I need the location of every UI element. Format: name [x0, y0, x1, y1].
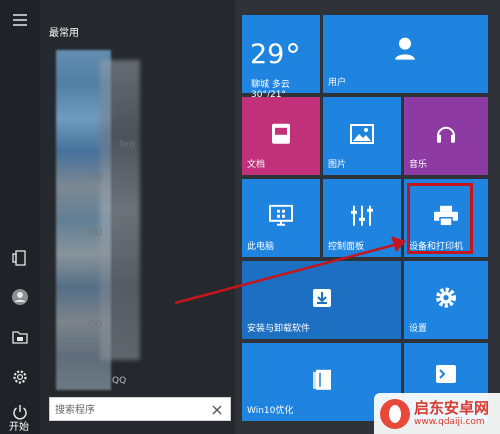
watermark-url: www.qdaiji.com [414, 417, 485, 427]
weather-tile[interactable]: 29 聊城 多云 30°/21° [242, 15, 320, 100]
tablet-mode-icon[interactable] [10, 248, 30, 268]
search-box[interactable] [49, 397, 231, 422]
tile-label: 文档 [247, 160, 266, 170]
tile-label: 设置 [409, 324, 428, 334]
ghost-text: QQ [112, 376, 127, 386]
book-icon [312, 369, 332, 391]
degree-icon [288, 43, 298, 53]
watermark: 启东安卓网 www.qdaiji.com [374, 393, 500, 434]
monitor-icon [269, 204, 293, 227]
picture-icon [350, 124, 374, 144]
tile-label: 安装与卸载软件 [247, 324, 311, 334]
ghost-text: QQ [88, 172, 103, 182]
search-input[interactable] [50, 399, 200, 422]
this-pc-tile[interactable]: 此电脑 [242, 179, 320, 257]
headphones-icon [435, 123, 457, 145]
brand-logo-icon [380, 399, 410, 429]
control-panel-tile[interactable]: 控制面板 [323, 179, 401, 257]
settings-gear-icon[interactable] [10, 367, 30, 387]
terminal-icon [435, 364, 457, 384]
tile-label: 图片 [328, 160, 347, 170]
start-label: 开始 [9, 422, 29, 433]
documents-tile[interactable]: 文档 [242, 97, 320, 175]
tile-label: 音乐 [409, 160, 428, 170]
tile-label: 此电脑 [247, 242, 275, 252]
user-avatar-icon[interactable] [10, 287, 30, 307]
settings-tile[interactable]: 设置 [404, 261, 488, 339]
tile-label: 控制面板 [328, 242, 365, 252]
blurred-app-names [100, 60, 140, 360]
watermark-title: 启东安卓网 [414, 399, 490, 417]
start-rail: 开始 [0, 0, 40, 434]
sliders-icon [350, 205, 374, 227]
tile-label: 用户 [328, 78, 347, 88]
download-box-icon [312, 288, 332, 308]
music-tile[interactable]: 音乐 [404, 97, 488, 175]
most-used-title: 最常用 [49, 28, 79, 39]
tile-label: Win10优化 [247, 406, 294, 416]
ghost-text: QQ [88, 320, 103, 330]
weather-city: 聊城 多云 [251, 80, 290, 90]
ghost-text: hro [120, 140, 135, 150]
app-list: 最常用 hro QQ QQ QQ QQ [40, 0, 235, 434]
file-explorer-icon[interactable] [10, 327, 30, 347]
hamburger-menu-icon[interactable] [10, 10, 30, 30]
user-tile[interactable]: 用户 [323, 15, 488, 93]
weather-temperature: 29 [250, 39, 285, 70]
user-icon [394, 37, 416, 61]
install-uninstall-tile[interactable]: 安装与卸载软件 [242, 261, 401, 339]
pictures-tile[interactable]: 图片 [323, 97, 401, 175]
ghost-text: QQ [88, 228, 103, 238]
highlight-box [407, 183, 473, 254]
document-icon [271, 123, 291, 145]
gear-icon [434, 286, 458, 310]
close-icon[interactable] [210, 402, 224, 416]
